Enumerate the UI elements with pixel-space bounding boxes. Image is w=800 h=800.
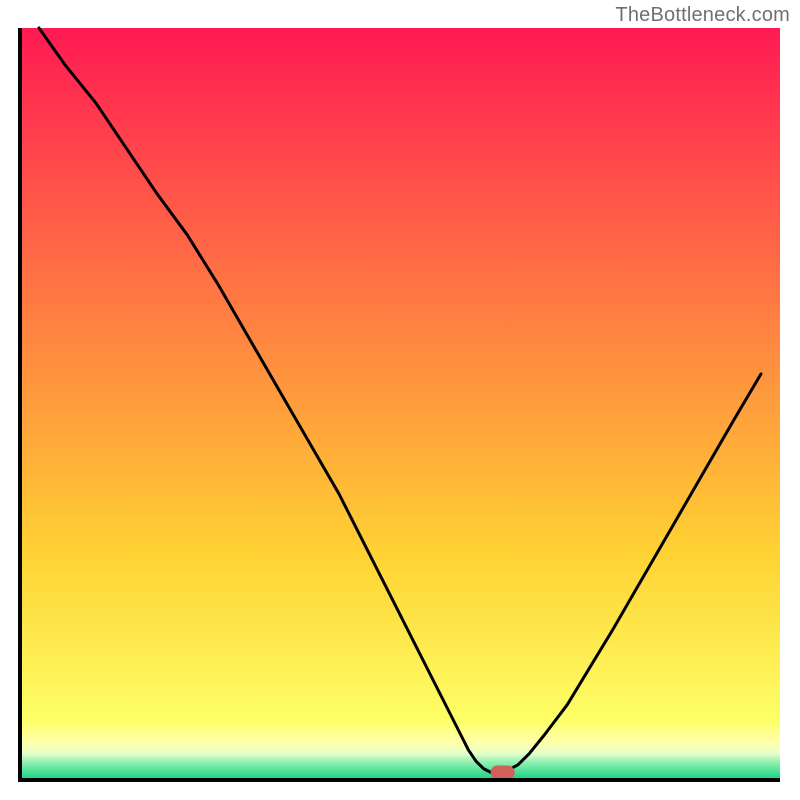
chart-svg (0, 0, 800, 800)
watermark-text: TheBottleneck.com (615, 4, 790, 27)
bottleneck-chart: TheBottleneck.com (0, 0, 800, 800)
plot-background (20, 28, 780, 780)
optimum-marker (491, 765, 515, 779)
